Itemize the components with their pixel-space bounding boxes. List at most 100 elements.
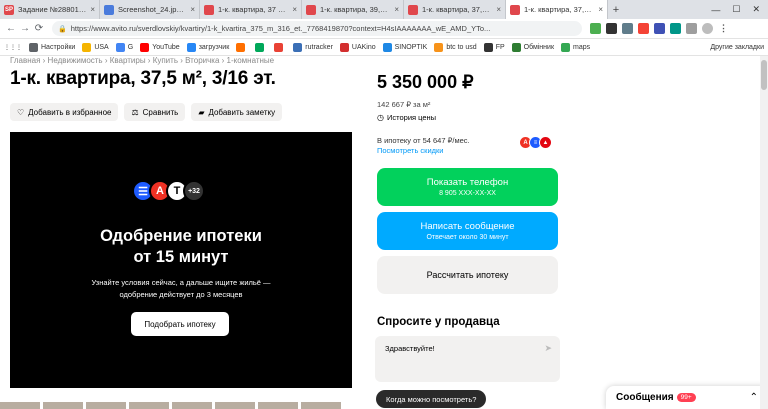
maximize-icon[interactable]: ☐ <box>732 4 740 15</box>
photo-thumbnail[interactable] <box>86 402 126 409</box>
price: 5 350 000 ₽ <box>377 72 474 92</box>
bookmark-icon <box>339 42 349 52</box>
apps-icon[interactable]: ⋮⋮⋮ <box>4 44 22 51</box>
ask-seller-text: Здравствуйте! <box>385 344 435 353</box>
see-discounts-link[interactable]: Посмотреть скидки <box>377 146 444 155</box>
extension-icon[interactable] <box>622 23 633 34</box>
extension-icon[interactable] <box>670 23 681 34</box>
profile-avatar[interactable] <box>702 23 713 34</box>
bookmark-icon <box>140 42 150 52</box>
forward-icon[interactable]: → <box>18 23 32 34</box>
bookmark-item[interactable]: Настройки <box>29 42 76 52</box>
bookmark-item[interactable] <box>236 42 248 52</box>
page-title: 1-к. квартира, 37,5 м², 3/16 эт. <box>10 68 276 89</box>
new-tab-button[interactable]: + <box>608 0 624 19</box>
banner-headline-line1: Одобрение ипотеки <box>100 227 262 245</box>
bookmark-item[interactable]: SINOPTIK <box>382 42 427 52</box>
scrollbar[interactable] <box>760 56 768 409</box>
bookmark-label: rutracker <box>305 43 333 51</box>
lock-icon: 🔒 <box>58 25 67 33</box>
bookmark-icon <box>29 42 38 52</box>
extension-icon[interactable] <box>654 23 665 34</box>
bookmark-item[interactable]: maps <box>561 42 590 52</box>
puzzle-icon[interactable] <box>686 23 697 34</box>
other-bookmarks[interactable]: Другие закладки <box>710 44 764 51</box>
chevron-up-icon[interactable]: ⌃ <box>750 392 758 403</box>
extension-icon[interactable] <box>606 23 617 34</box>
ask-seller-heading: Спросите у продавца <box>377 316 500 328</box>
bookmark-icon <box>186 42 196 52</box>
url-input[interactable]: 🔒 https://www.avito.ru/sverdlovskiy/kvar… <box>52 21 582 36</box>
reload-icon[interactable]: ⟳ <box>32 23 46 34</box>
breadcrumb[interactable]: Главная › Недвижимость › Квартиры › Купи… <box>10 56 274 65</box>
photo-thumbnail[interactable] <box>215 402 255 409</box>
compare-button[interactable]: ⚖ Сравнить <box>124 103 186 121</box>
back-icon[interactable]: ← <box>4 23 18 34</box>
close-icon[interactable]: × <box>496 5 501 14</box>
browser-tab[interactable]: 1-к. квартира, 39,5 м2...× <box>302 0 404 19</box>
extension-icon[interactable] <box>638 23 649 34</box>
browser-tab[interactable]: 1-к. квартира, 37,5 м2...× <box>506 0 608 19</box>
tab-favicon-icon <box>204 4 214 15</box>
extensions: ⋮ <box>590 23 729 34</box>
send-icon[interactable]: ➤ <box>544 343 552 354</box>
choose-mortgage-button[interactable]: Подобрать ипотеку <box>131 312 229 336</box>
messenger-widget[interactable]: Сообщения 99+ ⌃ <box>606 386 768 409</box>
bookmark-item[interactable]: btc to usd <box>434 42 477 52</box>
banner-headline: Одобрение ипотеки от 15 минут <box>10 226 352 268</box>
ask-seller-input[interactable]: Здравствуйте! ➤ <box>375 336 560 382</box>
browser-tab[interactable]: 1-к. квартира, 37,4 м2...× <box>404 0 506 19</box>
bookmark-item[interactable]: UAKino <box>339 42 376 52</box>
photo-thumbnail[interactable] <box>0 402 40 409</box>
price-history-link[interactable]: ◷ История цены <box>377 113 436 122</box>
extension-icon[interactable] <box>590 23 601 34</box>
bookmark-item[interactable]: загрузчик <box>186 42 229 52</box>
add-to-favorites-label: Добавить в избранное <box>28 107 112 117</box>
close-icon[interactable]: × <box>394 5 399 14</box>
bookmark-item[interactable]: USA <box>82 42 109 52</box>
photo-thumbnail[interactable] <box>43 402 83 409</box>
bookmark-item[interactable]: rutracker <box>293 42 333 52</box>
photo-thumbnail[interactable] <box>129 402 169 409</box>
photo-thumbnail[interactable] <box>301 402 341 409</box>
mortgage-from: В ипотеку от 54 647 ₽/мес. <box>377 136 470 145</box>
close-icon[interactable]: × <box>90 5 95 14</box>
photo-thumbnail[interactable] <box>258 402 298 409</box>
bookmark-item[interactable]: Обмінник <box>511 42 554 52</box>
bookmark-label: Настройки <box>41 43 76 51</box>
mortgage-banner[interactable]: ☰ A T +32 Одобрение ипотеки от 15 минут … <box>10 132 352 388</box>
bookmark-item[interactable] <box>255 42 267 52</box>
browser-tab[interactable]: Screenshot_24.jpg — Як...× <box>100 0 200 19</box>
bookmarks-bar: ⋮⋮⋮ Настройки USA G YouTube загрузчик rutracke… <box>0 39 768 56</box>
extra-banks-badge: +32 <box>183 180 205 202</box>
menu-dots-icon[interactable]: ⋮ <box>718 23 729 34</box>
window-controls: — ☐ ✕ <box>711 0 768 19</box>
bookmark-item[interactable] <box>274 42 286 52</box>
add-to-favorites-button[interactable]: ♡ Добавить в избранное <box>10 103 119 121</box>
bookmark-item[interactable]: G <box>115 42 134 52</box>
bookmark-icon <box>561 42 571 52</box>
messenger-label: Сообщения <box>616 392 674 403</box>
note-icon: ▰ <box>198 107 205 117</box>
bank-logo-icon: ▲ <box>539 136 552 149</box>
show-phone-button[interactable]: Показать телефон 8 905 XXX-XX-XX <box>377 168 558 206</box>
bookmark-item[interactable]: YouTube <box>140 42 180 52</box>
bookmark-label: FP <box>495 43 505 51</box>
write-message-button[interactable]: Написать сообщение Отвечает около 30 мин… <box>377 212 558 250</box>
browser-tab[interactable]: SP Задание №2880173 - ...× <box>0 0 100 19</box>
minimize-icon[interactable]: — <box>711 5 720 15</box>
quick-question-chip[interactable]: Когда можно посмотреть? <box>376 390 487 408</box>
tab-title: 1-к. квартира, 37,5 м2... <box>524 5 596 14</box>
scrollbar-thumb[interactable] <box>761 60 767 90</box>
calc-mortgage-button[interactable]: Рассчитать ипотеку <box>377 256 558 294</box>
bookmark-item[interactable]: FP <box>483 42 505 52</box>
close-icon[interactable]: × <box>598 5 603 14</box>
browser-tab[interactable]: 1-к. квартира, 37 м2, 3/...× <box>200 0 302 19</box>
bookmark-label: G <box>127 43 134 51</box>
photo-thumbnail[interactable] <box>172 402 212 409</box>
close-icon[interactable]: × <box>292 5 297 14</box>
close-icon[interactable]: × <box>190 5 195 14</box>
tab-favicon-icon <box>510 4 520 15</box>
close-window-icon[interactable]: ✕ <box>752 4 760 15</box>
add-note-button[interactable]: ▰ Добавить заметку <box>191 103 283 121</box>
